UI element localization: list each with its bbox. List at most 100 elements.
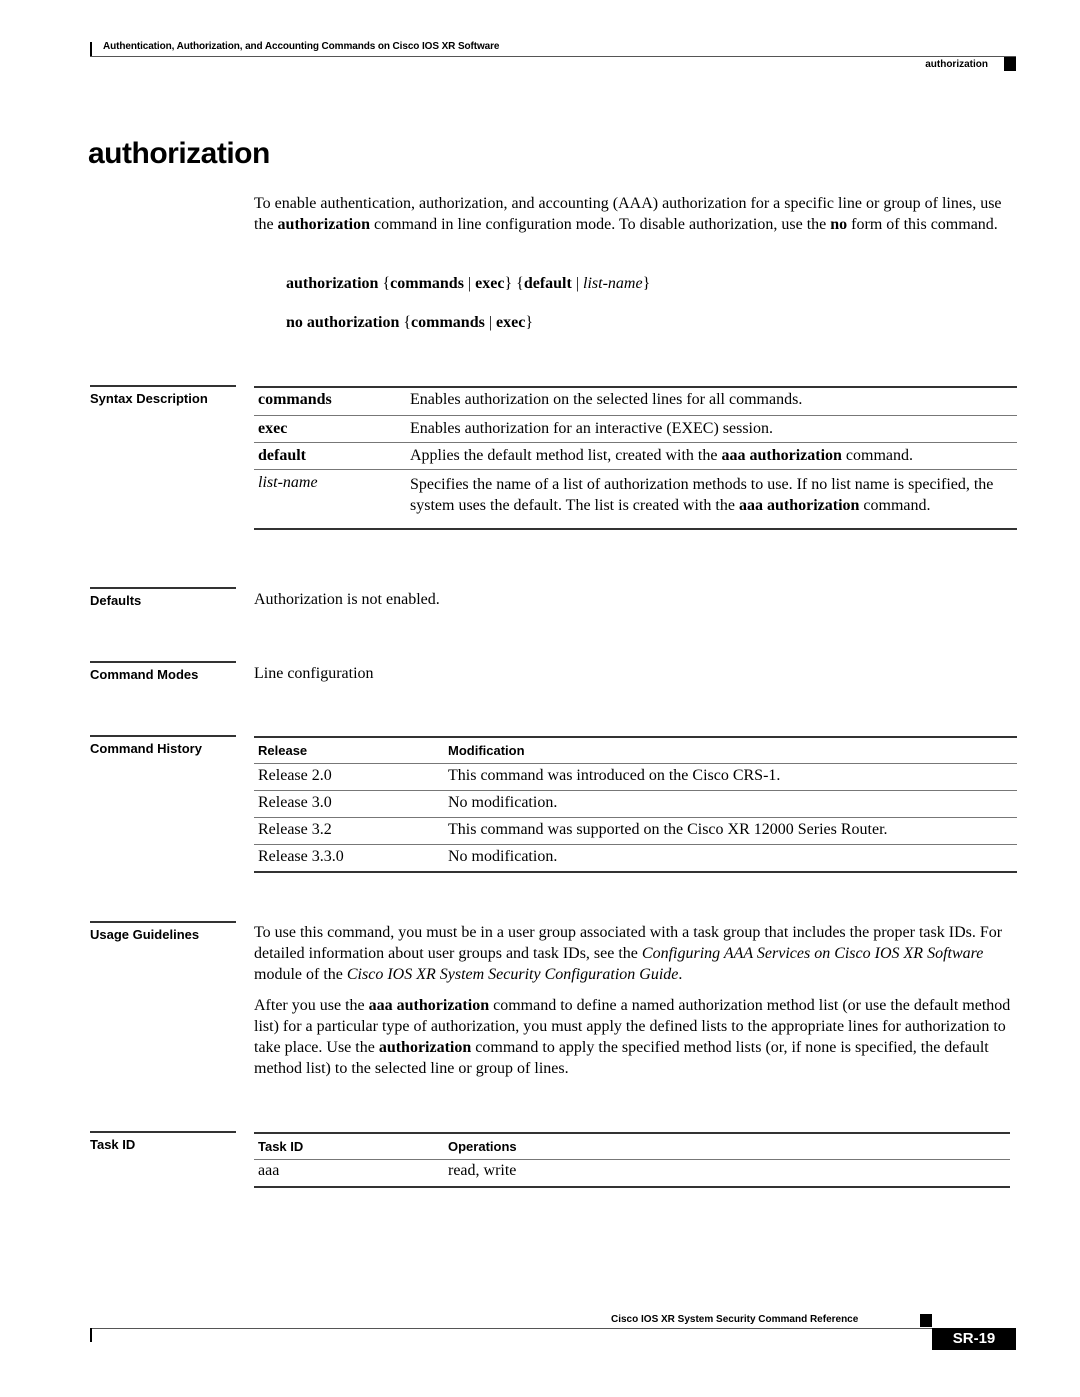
- table-row: default Applies the default method list,…: [254, 442, 1017, 470]
- chapter-title: Authentication, Authorization, and Accou…: [103, 41, 500, 52]
- operations-cell: read, write: [448, 1162, 517, 1179]
- table-row: commands Enables authorization on the se…: [254, 387, 1017, 416]
- doc-reference: Configuring AAA Services on Cisco IOS XR…: [641, 945, 984, 962]
- desc-command: aaa authorization: [738, 497, 860, 514]
- table-row: Release 3.2 This command was supported o…: [254, 817, 1017, 845]
- table-row: Release 3.3.0 No modification.: [254, 844, 1017, 872]
- footer-square-mark: [920, 1314, 932, 1327]
- release-cell: Release 3.2: [258, 821, 332, 838]
- section-label-task-id: Task ID: [90, 1137, 136, 1152]
- syntax-line-2: no authorization {commands | exec}: [286, 314, 533, 332]
- section-rule: [90, 921, 236, 923]
- brace: {: [399, 314, 412, 331]
- section-label-command-modes: Command Modes: [90, 667, 199, 682]
- book-title: Cisco IOS XR System Security Command Ref…: [611, 1314, 859, 1325]
- footer-rule: [90, 1328, 932, 1329]
- release-cell: Release 3.0: [258, 794, 332, 811]
- desc-text: command.: [841, 447, 914, 464]
- page-number: SR-19: [932, 1328, 1016, 1350]
- syntax-line-1: authorization {commands | exec} {default…: [286, 275, 650, 293]
- usage-paragraph-2: After you use the aaa authorization comm…: [254, 995, 1018, 1079]
- section-rule: [90, 735, 236, 737]
- separator: |: [463, 275, 476, 292]
- syntax-desc: Specifies the name of a list of authoriz…: [406, 470, 1017, 530]
- separator: |: [571, 275, 584, 292]
- section-rule: [90, 661, 236, 663]
- usage-command: authorization: [378, 1039, 472, 1056]
- syntax-desc: Applies the default method list, created…: [406, 443, 1017, 470]
- modification-cell: No modification.: [448, 848, 558, 865]
- brace: {: [512, 275, 524, 292]
- syntax-description-table: commands Enables authorization on the se…: [254, 386, 1017, 530]
- table-row: aaa read, write: [254, 1159, 1010, 1187]
- section-label-command-history: Command History: [90, 741, 202, 756]
- syntax-term: default: [254, 443, 406, 470]
- table-row: Release 2.0 This command was introduced …: [254, 763, 1017, 791]
- term-text: list-name: [258, 474, 318, 491]
- term-text: commands: [258, 391, 332, 408]
- syntax-option: commands: [411, 314, 485, 331]
- section-label-defaults: Defaults: [90, 593, 142, 608]
- syntax-option: default: [523, 275, 572, 292]
- task-id-table: Task ID Operations aaa read, write: [254, 1132, 1010, 1188]
- brace: }: [525, 314, 534, 331]
- intro-command: authorization: [277, 216, 370, 233]
- intro-text: command in line configuration mode. To d…: [370, 216, 831, 233]
- section-rule: [90, 587, 236, 589]
- syntax-keyword: no authorization: [286, 314, 400, 331]
- release-cell: Release 2.0: [258, 767, 332, 784]
- intro-text: form of this command.: [847, 216, 998, 233]
- section-label-usage-guidelines: Usage Guidelines: [90, 927, 200, 942]
- brace: {: [378, 275, 391, 292]
- header-square-mark: [1004, 57, 1016, 71]
- section-rule: [90, 385, 236, 387]
- desc-text: Applies the default method list, created…: [410, 447, 722, 464]
- footer-bar-mark: [90, 1328, 92, 1342]
- command-modes-text: Line configuration: [254, 665, 374, 682]
- defaults-text: Authorization is not enabled.: [254, 591, 440, 608]
- task-id-cell: aaa: [258, 1162, 280, 1179]
- desc-text: command.: [859, 497, 931, 514]
- separator: |: [484, 314, 497, 331]
- term-text: exec: [258, 420, 288, 437]
- intro-paragraph: To enable authentication, authorization,…: [254, 193, 1018, 235]
- table-row: exec Enables authorization for an intera…: [254, 415, 1017, 443]
- header-rule: [90, 56, 1016, 57]
- header-bar-mark: [90, 42, 92, 56]
- usage-command: aaa authorization: [368, 997, 490, 1014]
- syntax-term: list-name: [254, 470, 406, 530]
- running-head: authorization: [925, 59, 988, 70]
- usage-paragraph-1: To use this command, you must be in a us…: [254, 922, 1018, 985]
- brace: }: [504, 275, 513, 292]
- syntax-keyword: authorization: [286, 275, 379, 292]
- term-text: default: [258, 447, 306, 464]
- desc-command: aaa authorization: [721, 447, 842, 464]
- section-rule: [90, 1131, 236, 1133]
- syntax-argument: list-name: [583, 275, 643, 292]
- column-header-release: Release: [258, 743, 308, 758]
- syntax-option: commands: [390, 275, 464, 292]
- column-header-operations: Operations: [448, 1139, 517, 1154]
- modification-cell: No modification.: [448, 794, 558, 811]
- page-title: authorization: [88, 137, 270, 170]
- table-row: list-name Specifies the name of a list o…: [254, 469, 1017, 530]
- usage-text: After you use the: [254, 997, 369, 1014]
- brace: }: [642, 275, 651, 292]
- column-header-task-id: Task ID: [258, 1139, 304, 1154]
- section-label-syntax-description: Syntax Description: [90, 391, 208, 406]
- syntax-term: exec: [254, 416, 406, 443]
- syntax-option: exec: [475, 275, 505, 292]
- doc-reference: Cisco IOS XR System Security Configurati…: [346, 966, 679, 983]
- syntax-option: exec: [496, 314, 526, 331]
- usage-text: module of the: [254, 966, 347, 983]
- syntax-desc: Enables authorization for an interactive…: [410, 420, 773, 437]
- modification-cell: This command was introduced on the Cisco…: [448, 767, 781, 784]
- table-header-row: Release Modification: [254, 737, 1017, 764]
- syntax-desc: Enables authorization on the selected li…: [410, 391, 803, 408]
- table-row: Release 3.0 No modification.: [254, 790, 1017, 818]
- release-cell: Release 3.3.0: [258, 848, 344, 865]
- usage-text: .: [678, 966, 683, 983]
- intro-no-keyword: no: [830, 216, 848, 233]
- table-header-row: Task ID Operations: [254, 1133, 1010, 1160]
- column-header-modification: Modification: [448, 743, 525, 758]
